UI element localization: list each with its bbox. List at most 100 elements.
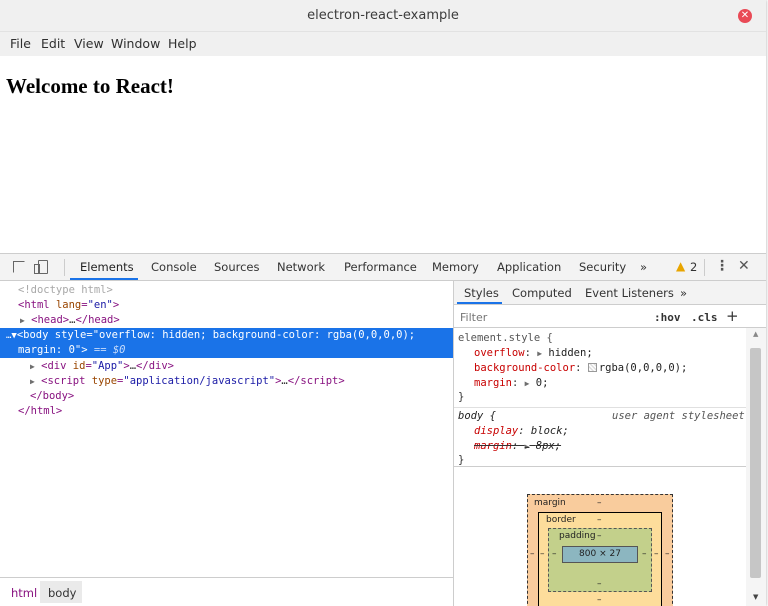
tab-styles[interactable]: Styles: [464, 286, 499, 300]
menu-bar: File Edit View Window Help: [0, 32, 766, 56]
more-tabs-icon[interactable]: »: [680, 286, 687, 300]
tab-sources[interactable]: Sources: [214, 260, 260, 274]
tab-console[interactable]: Console: [151, 260, 197, 274]
styles-filter-bar: Filter :hov .cls +: [454, 306, 766, 328]
window-title: electron-react-example: [307, 8, 459, 23]
css-property[interactable]: display: block;: [474, 424, 569, 438]
breadcrumb-body[interactable]: body: [40, 581, 82, 603]
tab-performance[interactable]: Performance: [344, 260, 417, 274]
border-label: border: [546, 515, 576, 525]
dom-div-app[interactable]: ▶ <div id="App">…</div>: [0, 359, 453, 374]
filter-input[interactable]: Filter: [460, 311, 487, 324]
padding-top-value[interactable]: –: [597, 531, 602, 541]
tag-name: script: [300, 375, 339, 387]
padding-left-value[interactable]: –: [552, 549, 557, 559]
more-tabs-icon[interactable]: »: [640, 260, 647, 274]
tab-event-listeners[interactable]: Event Listeners: [585, 286, 674, 300]
ellipsis-icon: …▼: [6, 331, 17, 341]
dom-head[interactable]: ▶ <head>…</head>: [0, 313, 453, 328]
styles-scrollbar[interactable]: ▲ ▼: [746, 328, 766, 606]
border-top-value[interactable]: –: [597, 515, 602, 525]
device-toolbar-icon[interactable]: [34, 260, 48, 274]
divider: [454, 407, 746, 408]
scrollbar-thumb[interactable]: [750, 348, 761, 578]
margin-top-value[interactable]: –: [597, 498, 602, 508]
attr-value: "application/javascript": [123, 375, 276, 387]
css-property[interactable]: margin: ▶ 0;: [474, 376, 548, 390]
menu-help[interactable]: Help: [168, 36, 197, 51]
rule-selector[interactable]: body {: [458, 409, 496, 423]
tab-computed[interactable]: Computed: [512, 286, 572, 300]
prop-name: display: [474, 425, 519, 437]
expand-triangle-icon[interactable]: ▶: [30, 377, 35, 386]
devtools-close-icon[interactable]: ✕: [738, 258, 750, 274]
expand-triangle-icon[interactable]: ▶: [20, 316, 25, 325]
prop-name: background-color: [474, 362, 576, 374]
new-rule-icon[interactable]: +: [726, 307, 739, 325]
dom-html[interactable]: <html lang="en">: [0, 298, 453, 313]
dom-doctype[interactable]: <!doctype html>: [0, 283, 453, 298]
rule-source: user agent stylesheet: [612, 410, 745, 422]
expand-triangle-icon[interactable]: ▶: [30, 362, 35, 371]
active-tab-indicator: [70, 278, 138, 280]
box-model-content[interactable]: 800 × 27: [562, 546, 638, 563]
warning-icon[interactable]: ▲: [676, 259, 685, 273]
cls-toggle[interactable]: .cls: [691, 311, 718, 324]
dom-body-selected-line1[interactable]: …▼<body style="overflow: hidden; backgro…: [0, 328, 453, 343]
styles-tabbar: Styles Computed Event Listeners »: [454, 281, 766, 305]
tag-name: html: [24, 299, 50, 311]
border-bottom-value[interactable]: –: [597, 595, 602, 605]
rule-selector[interactable]: element.style {: [458, 331, 553, 345]
prop-name: overflow: [474, 347, 525, 359]
app-window: electron-react-example ✕ File Edit View …: [0, 0, 766, 606]
dom-script[interactable]: ▶ <script type="application/javascript">…: [0, 374, 453, 389]
menu-file[interactable]: File: [10, 36, 31, 51]
css-property-overridden[interactable]: margin: ▶ 8px;: [474, 439, 561, 453]
prop-value: rgba(0,0,0,0);: [598, 362, 688, 374]
scroll-down-icon[interactable]: ▼: [753, 593, 758, 601]
breadcrumb-html[interactable]: html: [11, 586, 37, 600]
padding-bottom-value[interactable]: –: [597, 579, 602, 589]
box-model-diagram: 800 × 27 margin – border – padding – – –…: [454, 466, 746, 606]
css-property[interactable]: background-color: rgba(0,0,0,0);: [474, 361, 687, 375]
border-left-value[interactable]: –: [540, 549, 545, 559]
dom-body-close[interactable]: </body>: [0, 389, 453, 404]
tab-security[interactable]: Security: [579, 260, 626, 274]
tab-network[interactable]: Network: [277, 260, 325, 274]
margin-right-value[interactable]: –: [665, 549, 670, 559]
tag-name: script: [47, 375, 86, 387]
attr-value: "en": [87, 299, 113, 311]
scroll-up-icon[interactable]: ▲: [753, 330, 758, 338]
tab-elements[interactable]: Elements: [80, 260, 134, 274]
breadcrumb: html body: [0, 577, 453, 606]
page-content: Welcome to React!: [0, 56, 766, 252]
menu-view[interactable]: View: [74, 36, 104, 51]
css-property[interactable]: overflow: ▶ hidden;: [474, 346, 593, 360]
dom-body-selected-line2[interactable]: margin: 0"> == $0: [0, 343, 453, 358]
menu-edit[interactable]: Edit: [41, 36, 65, 51]
rule-close: }: [458, 454, 465, 466]
hov-toggle[interactable]: :hov: [654, 311, 681, 324]
margin-label: margin: [534, 498, 566, 508]
kebab-menu-icon[interactable]: ⋮: [715, 258, 729, 274]
rule-close: }: [458, 391, 465, 403]
title-bar[interactable]: electron-react-example ✕: [0, 0, 766, 32]
body-open-tag-end: margin: 0">: [18, 344, 88, 356]
selected-marker: == $0: [93, 344, 126, 356]
ua-body-rule: body { user agent stylesheet display: bl…: [454, 409, 746, 466]
close-icon[interactable]: ✕: [738, 9, 752, 23]
margin-left-value[interactable]: –: [530, 549, 535, 559]
dom-html-close[interactable]: </html>: [0, 404, 453, 419]
menu-window[interactable]: Window: [111, 36, 160, 51]
color-swatch[interactable]: [587, 363, 597, 372]
tab-memory[interactable]: Memory: [432, 260, 479, 274]
tag-name: head: [37, 314, 63, 326]
prop-value: block;: [530, 425, 569, 437]
page-heading: Welcome to React!: [6, 74, 174, 98]
padding-right-value[interactable]: –: [642, 549, 647, 559]
border-right-value[interactable]: –: [654, 549, 659, 559]
padding-label: padding: [559, 531, 596, 541]
tab-application[interactable]: Application: [497, 260, 561, 274]
inspect-icon[interactable]: [13, 261, 25, 273]
warning-count[interactable]: 2: [690, 260, 697, 274]
